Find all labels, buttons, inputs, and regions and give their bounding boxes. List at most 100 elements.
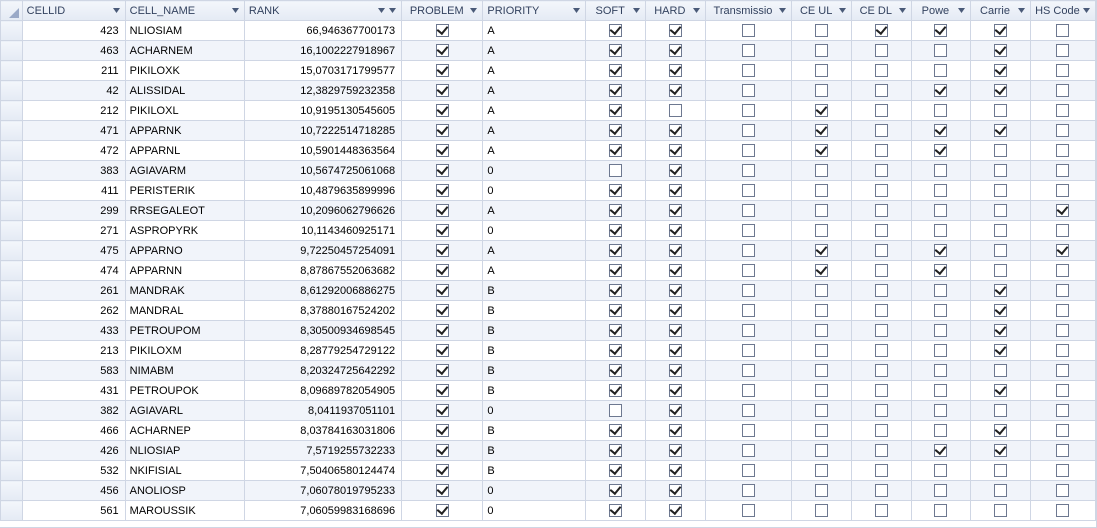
checkbox[interactable]: [742, 204, 755, 217]
checkbox[interactable]: [875, 44, 888, 57]
cell-problem[interactable]: [402, 241, 483, 261]
table-row[interactable]: 561MAROUSSIK7,060599831686960: [1, 501, 1096, 521]
cell-cellname[interactable]: APPARNL: [125, 141, 244, 161]
checkbox[interactable]: [669, 164, 682, 177]
checkbox[interactable]: [875, 104, 888, 117]
filter-dropdown-icon[interactable]: [469, 6, 478, 15]
cell-cedl[interactable]: [851, 141, 911, 161]
cell-power[interactable]: [911, 301, 971, 321]
cell-cedl[interactable]: [851, 461, 911, 481]
cell-cellid[interactable]: 212: [22, 101, 125, 121]
checkbox[interactable]: [994, 444, 1007, 457]
cell-cedl[interactable]: [851, 221, 911, 241]
checkbox[interactable]: [669, 244, 682, 257]
cell-hard[interactable]: [646, 461, 706, 481]
cell-hscode[interactable]: [1030, 441, 1095, 461]
checkbox[interactable]: [669, 324, 682, 337]
checkbox[interactable]: [742, 264, 755, 277]
checkbox[interactable]: [436, 344, 449, 357]
checkbox[interactable]: [742, 124, 755, 137]
checkbox[interactable]: [742, 244, 755, 257]
cell-cellname[interactable]: PIKILOXK: [125, 61, 244, 81]
column-header-power[interactable]: Powe: [911, 1, 971, 21]
cell-ceul[interactable]: [792, 381, 852, 401]
cell-hard[interactable]: [646, 481, 706, 501]
cell-soft[interactable]: [586, 241, 646, 261]
checkbox[interactable]: [815, 164, 828, 177]
row-selector[interactable]: [1, 21, 23, 41]
checkbox[interactable]: [815, 184, 828, 197]
cell-cellname[interactable]: RRSEGALEOT: [125, 201, 244, 221]
cell-trans[interactable]: [705, 441, 792, 461]
cell-carrier[interactable]: [971, 501, 1031, 521]
cell-hard[interactable]: [646, 401, 706, 421]
cell-soft[interactable]: [586, 121, 646, 141]
checkbox[interactable]: [994, 84, 1007, 97]
cell-cellid[interactable]: 466: [22, 421, 125, 441]
cell-power[interactable]: [911, 221, 971, 241]
cell-problem[interactable]: [402, 301, 483, 321]
row-selector[interactable]: [1, 61, 23, 81]
cell-cedl[interactable]: [851, 201, 911, 221]
checkbox[interactable]: [669, 124, 682, 137]
cell-soft[interactable]: [586, 141, 646, 161]
cell-rank[interactable]: 8,61292006886275: [244, 281, 401, 301]
checkbox[interactable]: [815, 484, 828, 497]
cell-priority[interactable]: A: [483, 201, 586, 221]
cell-power[interactable]: [911, 501, 971, 521]
checkbox[interactable]: [875, 424, 888, 437]
checkbox[interactable]: [815, 24, 828, 37]
cell-rank[interactable]: 8,87867552063682: [244, 261, 401, 281]
table-row[interactable]: 456ANOLIOSP7,060780197952330: [1, 481, 1096, 501]
cell-priority[interactable]: A: [483, 61, 586, 81]
checkbox[interactable]: [1056, 24, 1069, 37]
cell-cellid[interactable]: 474: [22, 261, 125, 281]
checkbox[interactable]: [1056, 404, 1069, 417]
table-row[interactable]: 271ASPROPYRK10,11434609251710: [1, 221, 1096, 241]
table-row[interactable]: 466ACHARNEP8,03784163031806B: [1, 421, 1096, 441]
checkbox[interactable]: [994, 484, 1007, 497]
cell-hard[interactable]: [646, 161, 706, 181]
cell-ceul[interactable]: [792, 441, 852, 461]
cell-power[interactable]: [911, 121, 971, 141]
checkbox[interactable]: [742, 504, 755, 517]
cell-hscode[interactable]: [1030, 221, 1095, 241]
checkbox[interactable]: [609, 204, 622, 217]
cell-soft[interactable]: [586, 361, 646, 381]
cell-ceul[interactable]: [792, 41, 852, 61]
cell-cellname[interactable]: AGIAVARL: [125, 401, 244, 421]
cell-problem[interactable]: [402, 21, 483, 41]
checkbox[interactable]: [436, 324, 449, 337]
checkbox[interactable]: [875, 304, 888, 317]
cell-power[interactable]: [911, 461, 971, 481]
filter-dropdown-icon[interactable]: [778, 6, 787, 15]
cell-trans[interactable]: [705, 281, 792, 301]
cell-ceul[interactable]: [792, 241, 852, 261]
checkbox[interactable]: [742, 464, 755, 477]
checkbox[interactable]: [742, 24, 755, 37]
filter-dropdown-icon[interactable]: [388, 6, 397, 15]
checkbox[interactable]: [994, 364, 1007, 377]
checkbox[interactable]: [742, 424, 755, 437]
cell-hard[interactable]: [646, 301, 706, 321]
checkbox[interactable]: [609, 404, 622, 417]
checkbox[interactable]: [934, 364, 947, 377]
cell-cellname[interactable]: NLIOSIAP: [125, 441, 244, 461]
cell-hscode[interactable]: [1030, 101, 1095, 121]
checkbox[interactable]: [436, 264, 449, 277]
cell-priority[interactable]: B: [483, 321, 586, 341]
cell-problem[interactable]: [402, 221, 483, 241]
cell-soft[interactable]: [586, 101, 646, 121]
filter-dropdown-icon[interactable]: [838, 6, 847, 15]
column-header-cedl[interactable]: CE DL: [851, 1, 911, 21]
checkbox[interactable]: [436, 444, 449, 457]
checkbox[interactable]: [815, 344, 828, 357]
cell-hard[interactable]: [646, 261, 706, 281]
column-header-rank[interactable]: RANK: [244, 1, 401, 21]
checkbox[interactable]: [815, 364, 828, 377]
cell-power[interactable]: [911, 261, 971, 281]
checkbox[interactable]: [742, 104, 755, 117]
cell-trans[interactable]: [705, 321, 792, 341]
checkbox[interactable]: [742, 384, 755, 397]
cell-cellname[interactable]: NIMABM: [125, 361, 244, 381]
